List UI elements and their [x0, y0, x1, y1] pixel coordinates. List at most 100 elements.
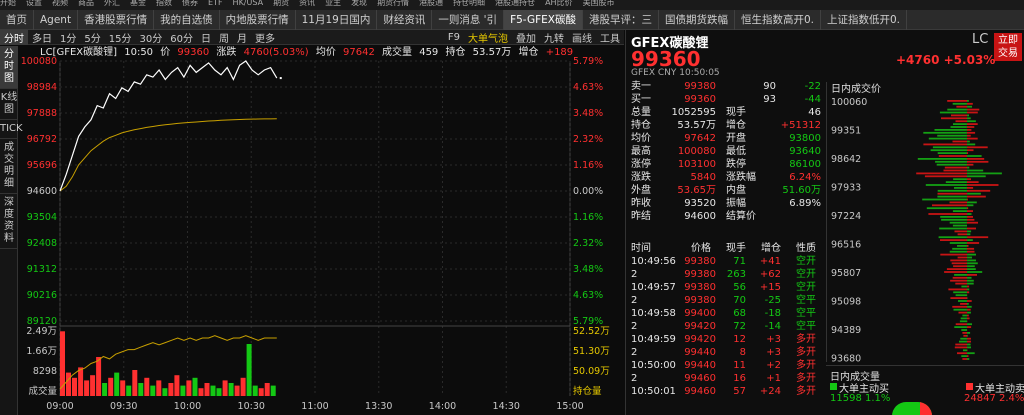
profile-bar: [967, 340, 971, 343]
profile-bar: [967, 358, 970, 360]
tab-5[interactable]: 11月19日国内: [296, 10, 378, 30]
sidebar-item-3[interactable]: 成交明细: [0, 139, 18, 194]
tab-7[interactable]: 一则消息 '引: [432, 10, 505, 30]
y-right-label: 1.16%: [573, 212, 603, 223]
profile-bar: [954, 274, 967, 276]
period-0[interactable]: 分时: [0, 29, 28, 45]
top-menu-item[interactable]: HK/USA: [233, 0, 264, 7]
tab-2[interactable]: 香港股票行情: [78, 10, 155, 30]
sidebar-item-0[interactable]: 分时图: [0, 46, 18, 89]
tick-cell: 多开: [796, 386, 816, 397]
profile-bar: [946, 268, 967, 270]
chart-tool-1[interactable]: 大单气泡: [464, 30, 512, 45]
sidebar-item-1[interactable]: K线图: [0, 89, 18, 120]
tick-row: 10:50:00 99440 11 +2 多开: [626, 359, 826, 372]
profile-bar: [967, 305, 972, 308]
chart-toolbar: 分时 多日 1分 5分 15分 30分 60分日周月更多 F9 大单气泡 叠加 九转 画线 工具: [0, 29, 624, 45]
profile-bar: [916, 172, 967, 175]
profile-bar: [967, 259, 976, 262]
top-menu-item[interactable]: 业主: [325, 0, 341, 7]
x-tick-label: 14:00: [429, 401, 456, 412]
tick-cell: 99380: [684, 282, 716, 293]
volume-bar: [228, 383, 234, 396]
profile-bar: [967, 143, 976, 146]
profile-bar: [961, 355, 967, 357]
volume-bar: [174, 375, 180, 396]
period-9[interactable]: 月: [233, 30, 251, 45]
top-menu-item[interactable]: 外汇: [104, 0, 120, 7]
top-menu-item[interactable]: 基金: [130, 0, 146, 7]
top-menu-item[interactable]: 港股通: [419, 0, 443, 7]
period-5[interactable]: 30分: [135, 30, 166, 45]
tab-1[interactable]: Agent: [34, 10, 79, 30]
chart-tool-5[interactable]: 工具: [596, 30, 624, 45]
tab-9[interactable]: 港股早评：三: [583, 10, 659, 30]
period-7[interactable]: 日: [197, 30, 215, 45]
top-menu-item[interactable]: 期货: [273, 0, 289, 7]
chart-tool-2[interactable]: 叠加: [512, 30, 540, 45]
stat-label: 开盘: [726, 133, 746, 144]
profile-bar: [967, 189, 991, 192]
profile-bar: [967, 300, 972, 302]
profile-bar: [922, 198, 967, 201]
period-6[interactable]: 60分: [166, 30, 197, 45]
top-menu-item[interactable]: 指数: [156, 0, 172, 7]
tab-8[interactable]: F5-GFEX碳酸: [504, 10, 583, 30]
stat-value: 6.89%: [789, 198, 821, 209]
chart-tool-3[interactable]: 九转: [540, 30, 568, 45]
volume-bar: [222, 380, 228, 396]
tab-11[interactable]: 恒生指数高开0.: [735, 10, 821, 30]
stat-value: +51312: [780, 120, 821, 131]
profile-bar: [967, 291, 970, 294]
profile-bar: [928, 137, 967, 140]
tab-3[interactable]: 我的自选债: [154, 10, 220, 30]
tab-12[interactable]: 上证指数低开0.: [821, 10, 908, 30]
profile-bar: [967, 152, 969, 154]
sidebar-item-2[interactable]: TICK: [0, 120, 23, 139]
top-menu-item[interactable]: AH比价: [545, 0, 573, 7]
top-menu-item[interactable]: 视频: [52, 0, 68, 7]
active-sell-pct: 2.4%: [999, 393, 1024, 404]
top-menu-item[interactable]: 债券: [182, 0, 198, 7]
chart-tool-4[interactable]: 画线: [568, 30, 596, 45]
top-menu-item[interactable]: 持仓明细: [453, 0, 485, 7]
top-menu-item[interactable]: 资讯: [299, 0, 315, 7]
top-menu-item[interactable]: 开始: [0, 0, 16, 7]
period-8[interactable]: 周: [215, 30, 233, 45]
profile-bar: [950, 297, 967, 299]
y-left-label: 95696: [27, 160, 57, 171]
tick-cell: 10:49:57: [631, 282, 676, 293]
top-menu-item[interactable]: 发现: [351, 0, 367, 7]
stat-label: 现手: [726, 107, 746, 118]
top-menu-item[interactable]: 港股通持仓: [495, 0, 535, 7]
top-menu-item[interactable]: 期货行情: [377, 0, 409, 7]
volume-bar: [270, 385, 276, 396]
period-3[interactable]: 5分: [80, 30, 104, 45]
quote-row: 外盘 53.65万 内盘 51.60万: [626, 184, 826, 197]
tick-cell: 空开: [796, 282, 816, 293]
tab-0[interactable]: 首页: [0, 10, 34, 30]
profile-bar: [967, 271, 983, 273]
top-menu-item[interactable]: 设置: [26, 0, 42, 7]
tab-10[interactable]: 国债期货跌幅: [659, 10, 735, 30]
period-4[interactable]: 15分: [105, 30, 136, 45]
top-menu-item[interactable]: 商品: [78, 0, 94, 7]
y-left-label: 96792: [27, 134, 57, 145]
intraday-chart[interactable]: 100080 5.79% 98984 4.63% 97888 3.48% 96792 2.32…: [18, 46, 624, 415]
period-2[interactable]: 1分: [56, 30, 80, 45]
tick-cell: 空开: [796, 256, 816, 267]
tab-4[interactable]: 内地股票行情: [220, 10, 296, 30]
period-10[interactable]: 更多: [251, 30, 279, 45]
trade-now-button[interactable]: 立即交易: [994, 33, 1022, 61]
profile-bar: [967, 131, 976, 134]
chart-tool-0[interactable]: F9: [444, 32, 464, 43]
volume-bar: [66, 372, 71, 396]
profile-bar: [967, 230, 972, 233]
top-menu-item[interactable]: 美国股市: [583, 0, 615, 7]
top-menu-item[interactable]: ETF: [208, 0, 223, 7]
stat-label: 跌停: [726, 159, 746, 170]
stat-label: 内盘: [726, 185, 746, 196]
period-1[interactable]: 多日: [28, 30, 56, 45]
sidebar-item-4[interactable]: 深度资料: [0, 194, 18, 249]
tab-6[interactable]: 财经资讯: [377, 10, 433, 30]
